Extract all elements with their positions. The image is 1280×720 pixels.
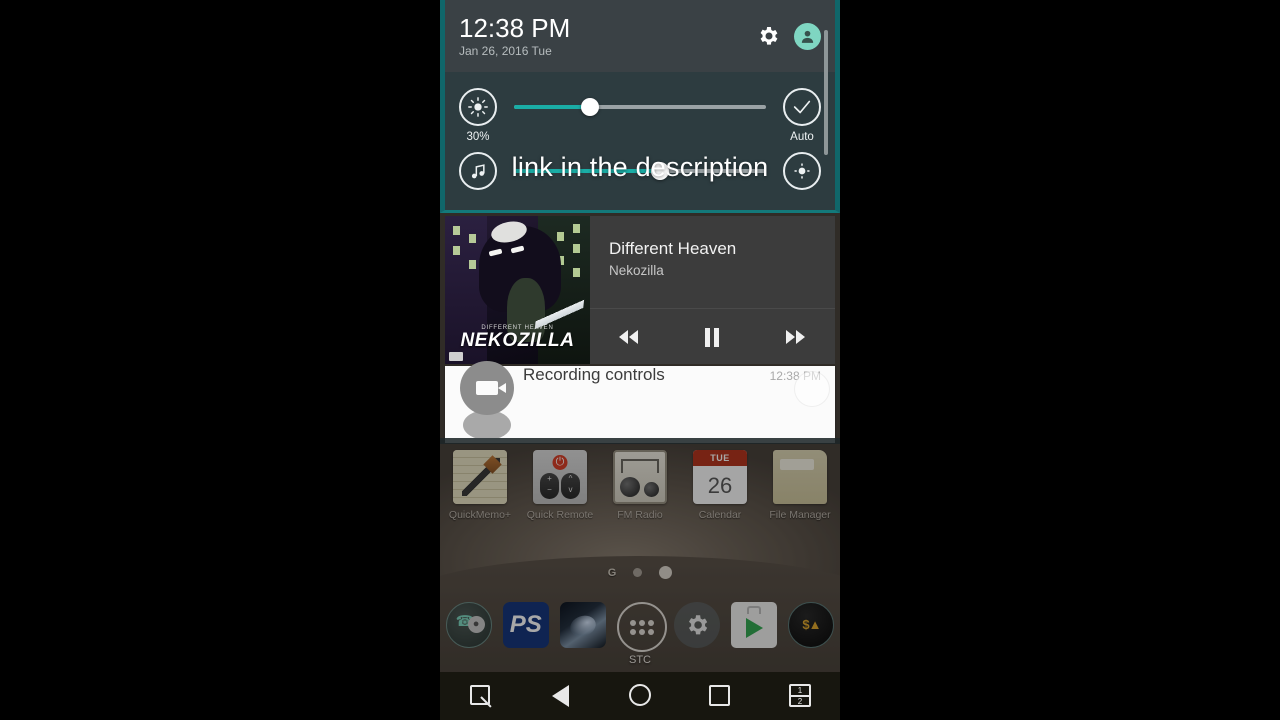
home-circle-icon: [629, 684, 651, 706]
recents-square-icon: [709, 685, 730, 706]
dual-window-button[interactable]: 1 2: [780, 681, 820, 711]
pause-icon[interactable]: [692, 322, 732, 352]
rewind-icon[interactable]: [611, 322, 651, 352]
brightness-slider[interactable]: [514, 88, 766, 126]
header-actions: [756, 22, 821, 50]
dual-window-top: 1: [791, 686, 809, 697]
video-camera-icon: [460, 361, 514, 415]
album-art-badge: [449, 352, 463, 361]
fast-forward-icon[interactable]: [774, 322, 814, 352]
media-meta: Different Heaven Nekozilla: [590, 216, 835, 308]
home-button[interactable]: [620, 681, 660, 711]
user-avatar-icon[interactable]: [794, 22, 821, 50]
capture-plus-button[interactable]: [460, 681, 500, 711]
album-art-title: NEKOZILLA: [460, 330, 575, 351]
dual-window-icon: 1 2: [789, 684, 811, 707]
shade-bottom-edge: [440, 438, 840, 444]
quick-settings-panel: 12:38 PM Jan 26, 2016 Tue 30% Auto: [440, 0, 840, 213]
back-triangle-icon: [552, 685, 569, 707]
volume-music-icon[interactable]: [459, 152, 497, 190]
brightness-track: [514, 105, 766, 109]
volume-fill: [514, 169, 661, 173]
volume-slider[interactable]: [514, 152, 766, 190]
dual-window-bottom: 2: [797, 697, 803, 706]
media-artist: Nekozilla: [609, 263, 664, 278]
media-notification[interactable]: DIFFERENT HEAVEN NEKOZILLA Different Hea…: [445, 216, 835, 364]
recording-touch-ripple: [794, 371, 830, 407]
clock-date: Jan 26, 2016 Tue: [459, 43, 552, 58]
shade-scrollbar[interactable]: [824, 30, 828, 155]
album-art: DIFFERENT HEAVEN NEKOZILLA: [445, 216, 590, 364]
screen-root: QuickMemo+ ⏻ + − ^ v Quick Remote FM Radio…: [0, 0, 1280, 720]
brightness-thumb[interactable]: [580, 98, 599, 116]
brightness-sun-icon[interactable]: 30%: [459, 88, 497, 143]
brightness-slider-row: 30% Auto: [445, 74, 835, 143]
brightness-fill: [514, 105, 590, 109]
volume-slider-row: [445, 138, 835, 204]
clock-time: 12:38 PM: [459, 12, 571, 43]
gear-icon[interactable]: [756, 24, 780, 48]
navigation-bar: 1 2: [440, 672, 840, 720]
phone-viewport: QuickMemo+ ⏻ + − ^ v Quick Remote FM Radio…: [440, 0, 840, 720]
media-controls: [590, 308, 835, 364]
notification-shade: 12:38 PM Jan 26, 2016 Tue 30% Auto link …: [440, 0, 840, 444]
volume-track: [514, 169, 766, 173]
media-title: Different Heaven: [609, 239, 737, 258]
sound-settings-icon[interactable]: [783, 152, 821, 190]
recents-button[interactable]: [700, 681, 740, 711]
back-button[interactable]: [540, 681, 580, 711]
recording-notification[interactable]: Recording controls 12:38 PM: [445, 361, 835, 440]
status-header: 12:38 PM Jan 26, 2016 Tue: [445, 0, 835, 72]
auto-brightness-toggle[interactable]: Auto: [783, 88, 821, 143]
capture-plus-icon: [470, 685, 490, 705]
media-details: Different Heaven Nekozilla: [590, 216, 835, 364]
volume-thumb[interactable]: [651, 162, 670, 180]
recording-title: Recording controls: [523, 365, 665, 384]
